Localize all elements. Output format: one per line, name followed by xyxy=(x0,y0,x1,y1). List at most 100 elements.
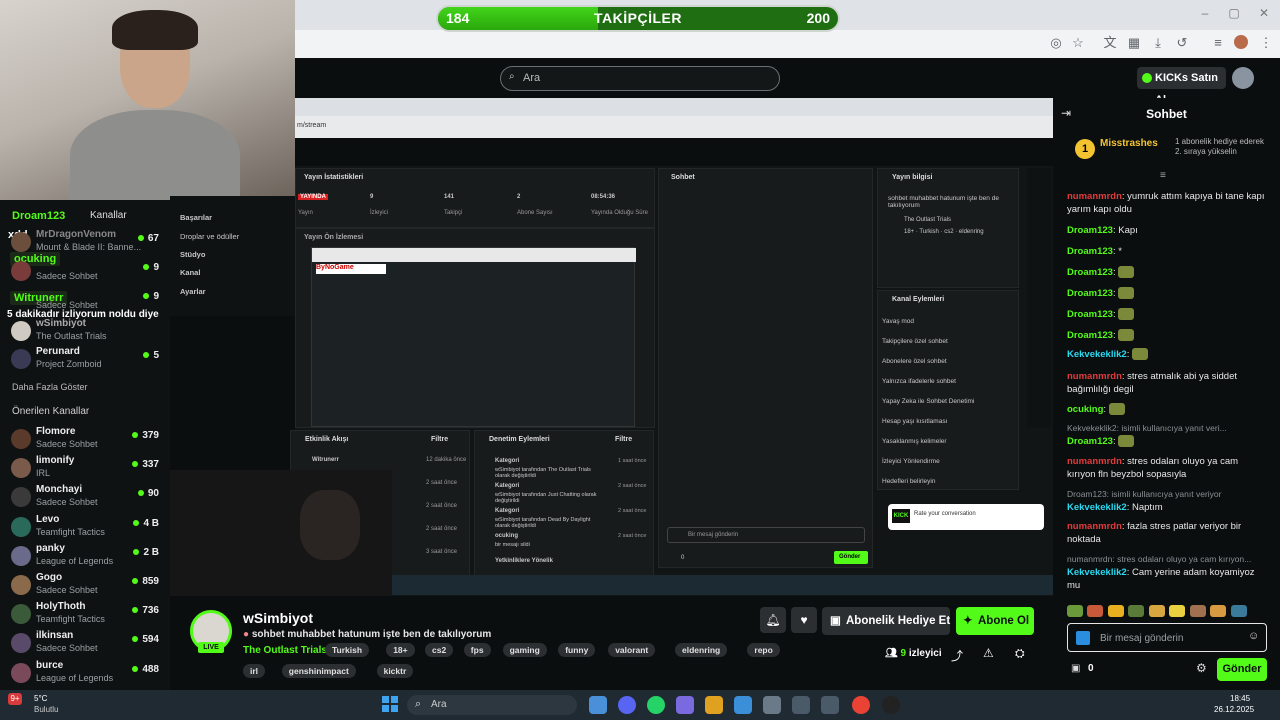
discord-icon[interactable] xyxy=(618,696,636,714)
report-icon[interactable]: ⚠ xyxy=(983,646,994,660)
notification-bell-icon[interactable]: 🔔︎ xyxy=(760,607,786,633)
chat-username[interactable]: numanmrdn xyxy=(1067,191,1122,202)
recommended-channel[interactable]: ilkinsan Sadece Sohbet 594 xyxy=(8,630,163,658)
recommended-channel[interactable]: burce League of Legends 488 xyxy=(8,660,163,688)
kicks-buy-button[interactable]: KICKs Satın Al xyxy=(1137,67,1226,106)
channel-action-item[interactable]: Abonelere özel sohbet xyxy=(882,358,947,365)
follow-heart-icon[interactable]: ♥ xyxy=(791,607,817,633)
send-button[interactable]: Gönder xyxy=(1217,658,1267,681)
chat-username[interactable]: Kekvekeklik2 xyxy=(1067,567,1127,578)
gift-subscription-button[interactable]: ▣ Abonelik Hediye Et xyxy=(822,607,950,635)
mail-icon[interactable] xyxy=(734,696,752,714)
share-icon[interactable]: ⤴ xyxy=(951,647,963,664)
show-more-link[interactable]: Daha Fazla Göster xyxy=(12,382,88,392)
obs-icon[interactable] xyxy=(882,696,900,714)
emoji-icon[interactable]: ☺ xyxy=(1248,630,1259,642)
history-icon[interactable]: ↺ xyxy=(1174,35,1190,51)
chat-username[interactable]: Droam123 xyxy=(1067,246,1113,257)
embedded-send-button[interactable]: Gönder xyxy=(839,554,860,560)
recommended-channel[interactable]: Levo Teamfight Tactics 4 B xyxy=(8,514,163,542)
stream-tag[interactable]: irl xyxy=(243,664,266,678)
embedded-menu-item[interactable]: Başarılar xyxy=(180,213,212,222)
minimize-icon[interactable]: – xyxy=(1195,6,1215,22)
chat-settings-icon[interactable]: ⚙ xyxy=(1196,661,1207,675)
stream-tag[interactable]: fps xyxy=(463,643,491,657)
streamer-name[interactable]: wSimbiyot xyxy=(243,610,313,626)
recommended-channel[interactable]: Flomore Sadece Sohbet 379 xyxy=(8,426,163,454)
rate-popup[interactable]: KICK Rate your conversation xyxy=(888,504,1044,530)
emote-bar[interactable] xyxy=(1067,602,1267,618)
chat-username[interactable]: Droam123 xyxy=(1067,330,1113,341)
chat-input[interactable]: Bir mesaj gönderin ☺ xyxy=(1067,623,1267,652)
stream-tag[interactable]: genshinimpact xyxy=(281,664,356,678)
sidebar-channel[interactable]: MrDragonVenom Mount & Blade II: Banne...… xyxy=(8,229,163,257)
whatsapp-icon[interactable] xyxy=(647,696,665,714)
user-avatar[interactable] xyxy=(1232,67,1254,89)
sidebar-channel-wsimbiyot[interactable]: wSimbiyot The Outlast Trials xyxy=(8,318,163,346)
chat-username[interactable]: Kekvekeklik2 xyxy=(1067,349,1127,360)
chat-username[interactable]: numanmrdn xyxy=(1067,521,1122,532)
recommended-channel[interactable]: Monchayi Sadece Sohbet 90 xyxy=(8,484,163,512)
channel-action-item[interactable]: Yavaş mod xyxy=(882,318,914,325)
embedded-menu-item[interactable]: Droplar ve ödüller xyxy=(180,232,239,241)
star-icon[interactable]: ☆ xyxy=(1070,35,1086,51)
windows-start-icon[interactable] xyxy=(382,696,398,712)
embedded-menu-item[interactable]: Kanal xyxy=(180,268,200,277)
clock-time[interactable]: 18:45 xyxy=(1230,694,1250,703)
stream-tag[interactable]: funny xyxy=(558,643,596,657)
channel-action-item[interactable]: Hesap yaşı kısıtlaması xyxy=(882,418,947,425)
chat-username[interactable]: Droam123 xyxy=(1067,267,1113,278)
recommended-channel[interactable]: panky League of Legends 2 B xyxy=(8,543,163,571)
reply-preview[interactable]: Kekvekeklik2: isimli kullanıcıya yanıt v… xyxy=(1067,422,1267,435)
profile-icon[interactable] xyxy=(1234,35,1248,49)
channel-action-item[interactable]: Takipçilere özel sohbet xyxy=(882,338,948,345)
channel-action-item[interactable]: Yalnızca ifadelerle sohbet xyxy=(882,378,956,385)
chat-username[interactable]: Droam123 xyxy=(1067,288,1113,299)
recommended-channel[interactable]: Gogo Sadece Sohbet 859 xyxy=(8,572,163,600)
eye-off-icon[interactable]: ◎ xyxy=(1048,35,1064,51)
recommended-channel[interactable]: HolyThoth Teamfight Tactics 736 xyxy=(8,601,163,629)
menu-icon[interactable]: ⋮ xyxy=(1258,35,1274,51)
reply-preview[interactable]: numanmrdn: stres odaları oluyo ya cam kı… xyxy=(1067,553,1267,566)
sidebar-channel-perunard[interactable]: Perunard Project Zomboid 5 xyxy=(8,346,163,374)
subscribe-button[interactable]: ✦ Abone Ol xyxy=(956,607,1034,635)
stream-tag[interactable]: Turkish xyxy=(325,643,370,657)
stream-tag[interactable]: kicktr xyxy=(376,664,414,678)
activity-filter[interactable]: Filtre xyxy=(431,436,448,443)
channel-action-item[interactable]: Yapay Zeka ile Sohbet Denetimi xyxy=(882,398,974,405)
stream-tag[interactable]: valorant xyxy=(608,643,656,657)
taskbar-app-icon[interactable] xyxy=(589,696,607,714)
taskbar-app-icon[interactable] xyxy=(792,696,810,714)
stream-tag[interactable]: cs2 xyxy=(425,643,454,657)
download-icon[interactable]: ⤓ xyxy=(1150,35,1166,51)
chat-username[interactable]: numanmrdn xyxy=(1067,456,1122,467)
close-icon[interactable]: ✕ xyxy=(1254,6,1274,22)
maximize-icon[interactable]: ▢ xyxy=(1224,6,1244,22)
sidebar-channel[interactable]: Sadece Sohbet 9 xyxy=(8,287,163,315)
embedded-menu-item[interactable]: Stüdyo xyxy=(180,250,205,259)
chat-username[interactable]: Droam123 xyxy=(1067,309,1113,320)
translate-icon[interactable]: 文 xyxy=(1102,35,1118,51)
stream-tag[interactable]: repo xyxy=(747,643,780,657)
embedded-menu-item[interactable]: Ayarlar xyxy=(180,287,206,296)
extensions-icon[interactable]: ▦ xyxy=(1126,35,1142,51)
chat-username[interactable]: ocuking xyxy=(1067,404,1103,415)
chrome-icon[interactable] xyxy=(852,696,870,714)
channel-action-item[interactable]: İzleyici Yönlendirme xyxy=(882,458,940,465)
stream-tag[interactable]: eldenring xyxy=(675,643,728,657)
taskbar-search[interactable]: ⌕ Ara xyxy=(407,695,577,715)
user-add-icon[interactable]: ⛭ xyxy=(1015,646,1025,661)
taskbar-app-icon[interactable] xyxy=(763,696,781,714)
channel-action-item[interactable]: Hedefleri belirleyin xyxy=(882,478,935,485)
recommended-channel[interactable]: limonify IRL 337 xyxy=(8,455,163,483)
embedded-chat-input[interactable]: Bir mesaj gönderin xyxy=(688,532,738,538)
file-explorer-icon[interactable] xyxy=(705,696,723,714)
chat-username[interactable]: Droam123 xyxy=(1067,225,1113,236)
stream-tag[interactable]: gaming xyxy=(502,643,547,657)
chat-username[interactable]: numanmrdn xyxy=(1067,371,1122,382)
taskbar-app-icon[interactable] xyxy=(821,696,839,714)
reply-preview[interactable]: Droam123: isimli kullanıcıya yanıt veriy… xyxy=(1067,488,1267,501)
channel-action-item[interactable]: Yasaklanmış kelimeler xyxy=(882,438,947,445)
chat-username[interactable]: Kekvekeklik2 xyxy=(1067,502,1127,513)
search-input[interactable]: ⌕ Ara xyxy=(500,66,780,91)
